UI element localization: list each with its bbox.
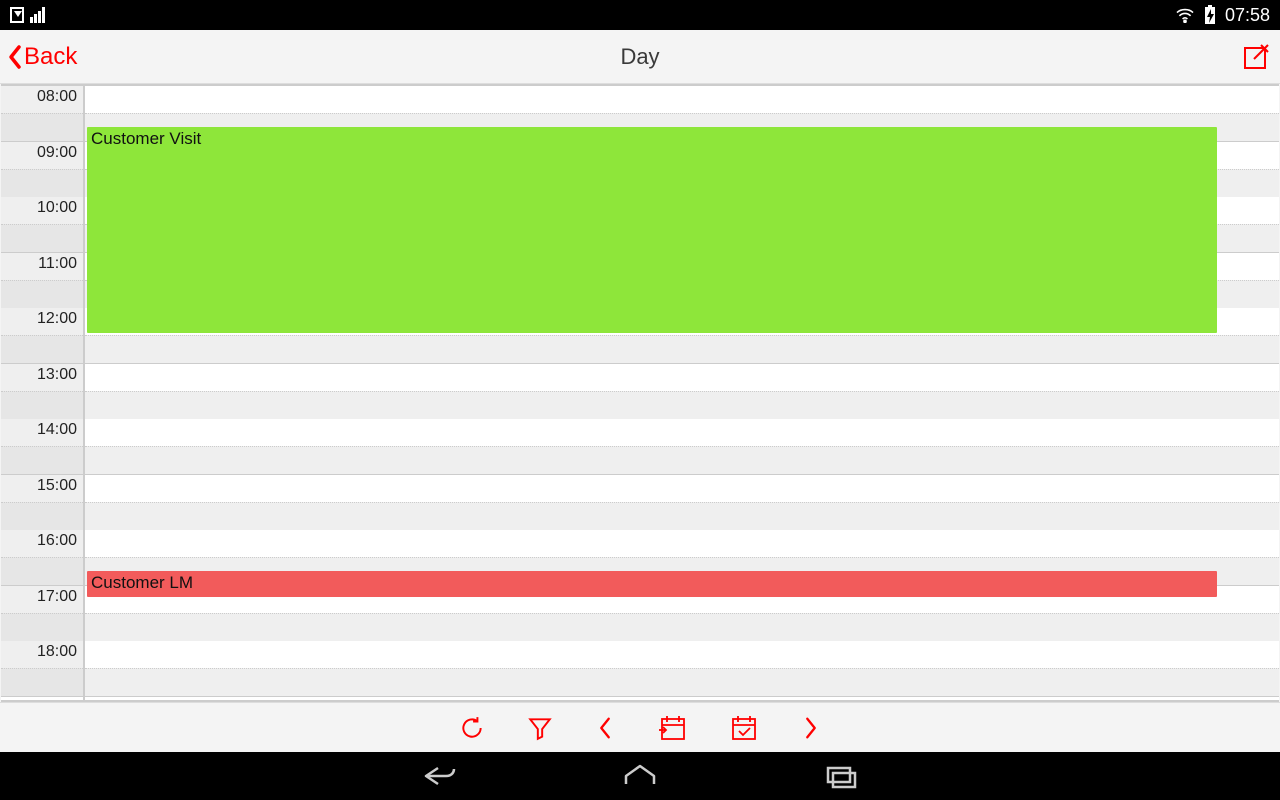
hour-label: 14:00 <box>37 421 77 439</box>
hour-label: 18:00 <box>37 643 77 661</box>
hour-label: 11:00 <box>38 255 77 273</box>
next-button[interactable] <box>801 715 821 741</box>
event-title: Customer LM <box>91 573 193 592</box>
hour-label: 13:00 <box>37 366 77 384</box>
hour-label: 15:00 <box>37 477 77 495</box>
back-label: Back <box>24 43 77 71</box>
event-title: Customer Visit <box>91 129 201 148</box>
compose-button[interactable] <box>1242 43 1270 71</box>
hour-label: 10:00 <box>37 199 77 217</box>
time-gutter: 08:00 09:00 10:00 11:00 12:00 13:00 14:0… <box>1 86 83 700</box>
prev-button[interactable] <box>595 715 615 741</box>
signal-icon <box>30 7 45 23</box>
download-icon <box>10 7 24 23</box>
hour-label: 08:00 <box>37 88 77 106</box>
status-time: 07:58 <box>1225 5 1270 26</box>
bottom-toolbar <box>0 702 1280 752</box>
battery-charging-icon <box>1203 5 1217 25</box>
android-recents-button[interactable] <box>820 762 860 790</box>
android-home-button[interactable] <box>620 762 660 790</box>
hour-label: 17:00 <box>37 588 77 606</box>
android-nav-bar <box>0 752 1280 800</box>
hour-label: 12:00 <box>37 310 77 328</box>
wifi-icon <box>1175 7 1195 23</box>
android-back-button[interactable] <box>420 762 460 790</box>
hour-label: 09:00 <box>37 144 77 162</box>
back-button[interactable]: Back <box>6 43 77 71</box>
calendar-event[interactable]: Customer LM <box>87 571 1217 597</box>
calendar-event[interactable]: Customer Visit <box>87 127 1217 333</box>
hour-label: 16:00 <box>37 532 77 550</box>
filter-button[interactable] <box>527 715 553 741</box>
app-header: Back Day <box>0 30 1280 84</box>
refresh-button[interactable] <box>459 715 485 741</box>
calendar-today-button[interactable] <box>729 714 759 742</box>
calendar-goto-button[interactable] <box>657 714 687 742</box>
page-title: Day <box>620 44 659 70</box>
calendar-grid[interactable]: Customer Visit Customer LM <box>83 86 1279 700</box>
chevron-left-icon <box>6 43 24 71</box>
day-calendar[interactable]: 08:00 09:00 10:00 11:00 12:00 13:00 14:0… <box>1 84 1279 702</box>
android-status-bar: 07:58 <box>0 0 1280 30</box>
